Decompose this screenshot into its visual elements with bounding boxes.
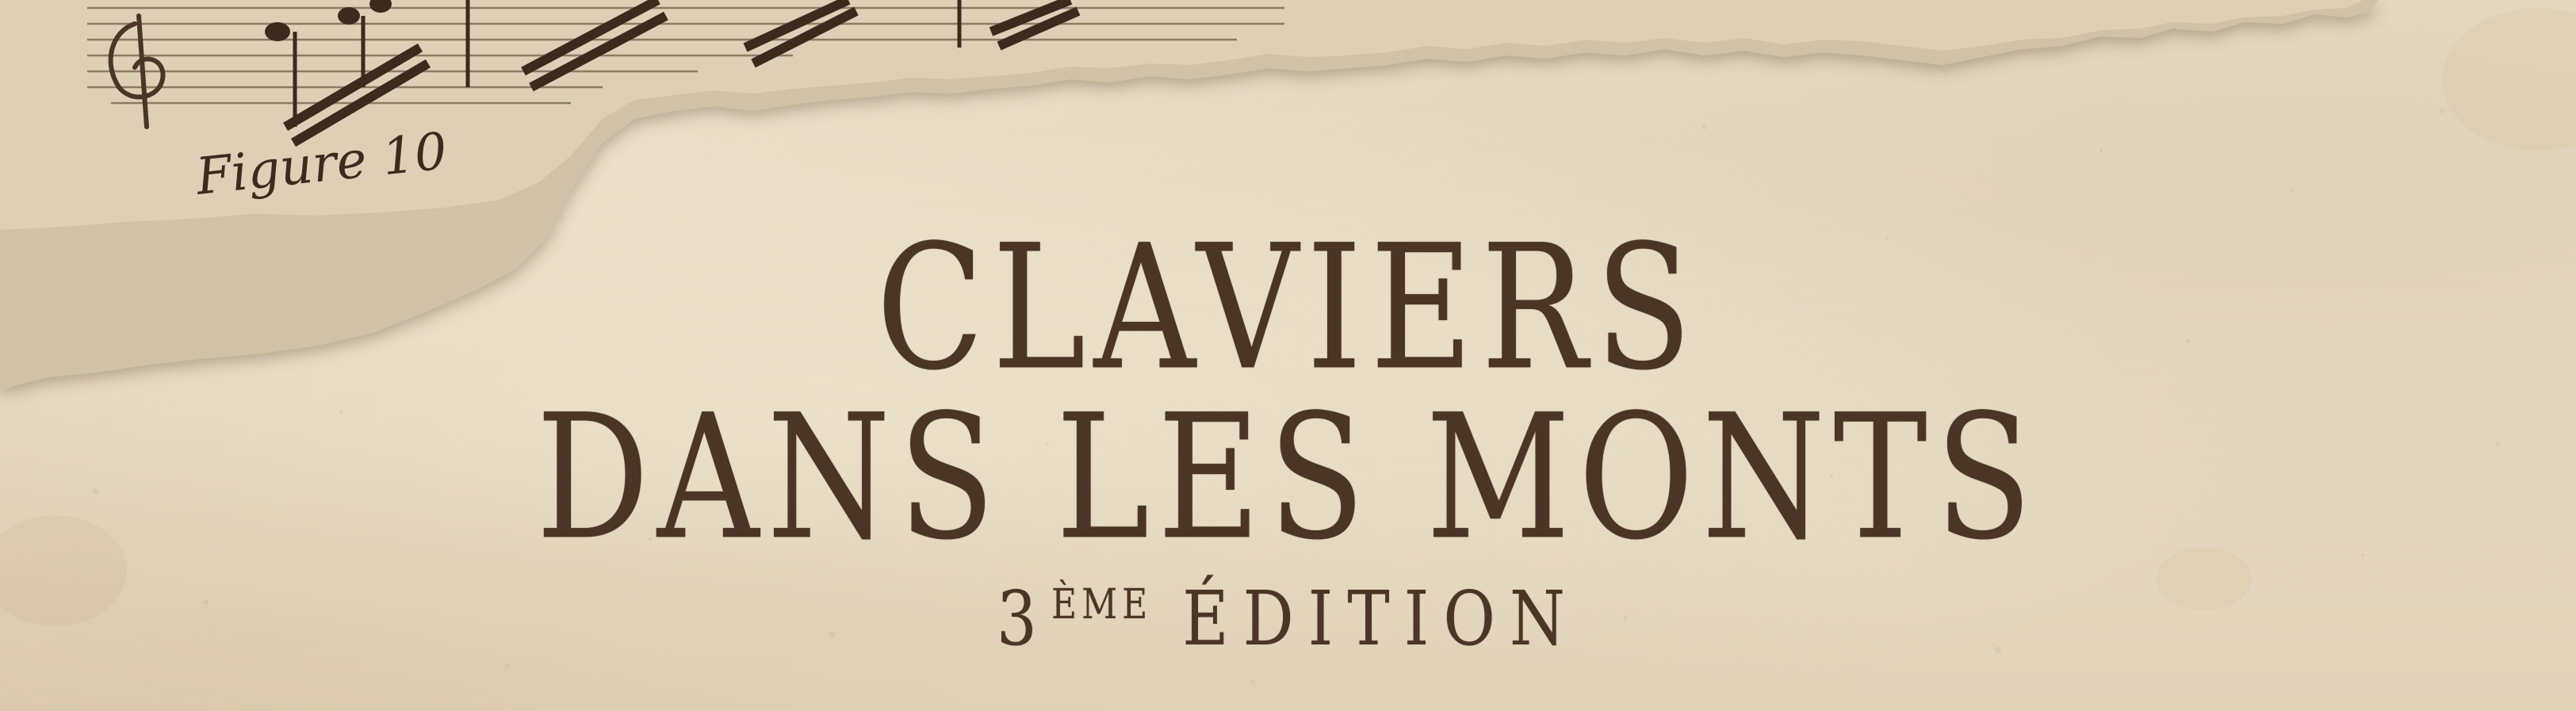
edition-suffix: ÈME (1051, 580, 1153, 629)
edition-number: 3 (997, 575, 1051, 663)
poster-canvas: Figure 10 CLAVIERS DANS LES MONTS 3ÈME ÉD… (0, 0, 2576, 711)
edition-label: 3ÈME ÉDITION (0, 575, 2576, 663)
title-block: CLAVIERS DANS LES MONTS 3ÈME ÉDITION (0, 222, 2576, 663)
edition-word: ÉDITION (1182, 575, 1579, 663)
sheet-music-paper (0, 0, 2363, 230)
title-line-2: DANS LES MONTS (536, 377, 2040, 578)
title-line-1: CLAVIERS (876, 208, 1700, 408)
